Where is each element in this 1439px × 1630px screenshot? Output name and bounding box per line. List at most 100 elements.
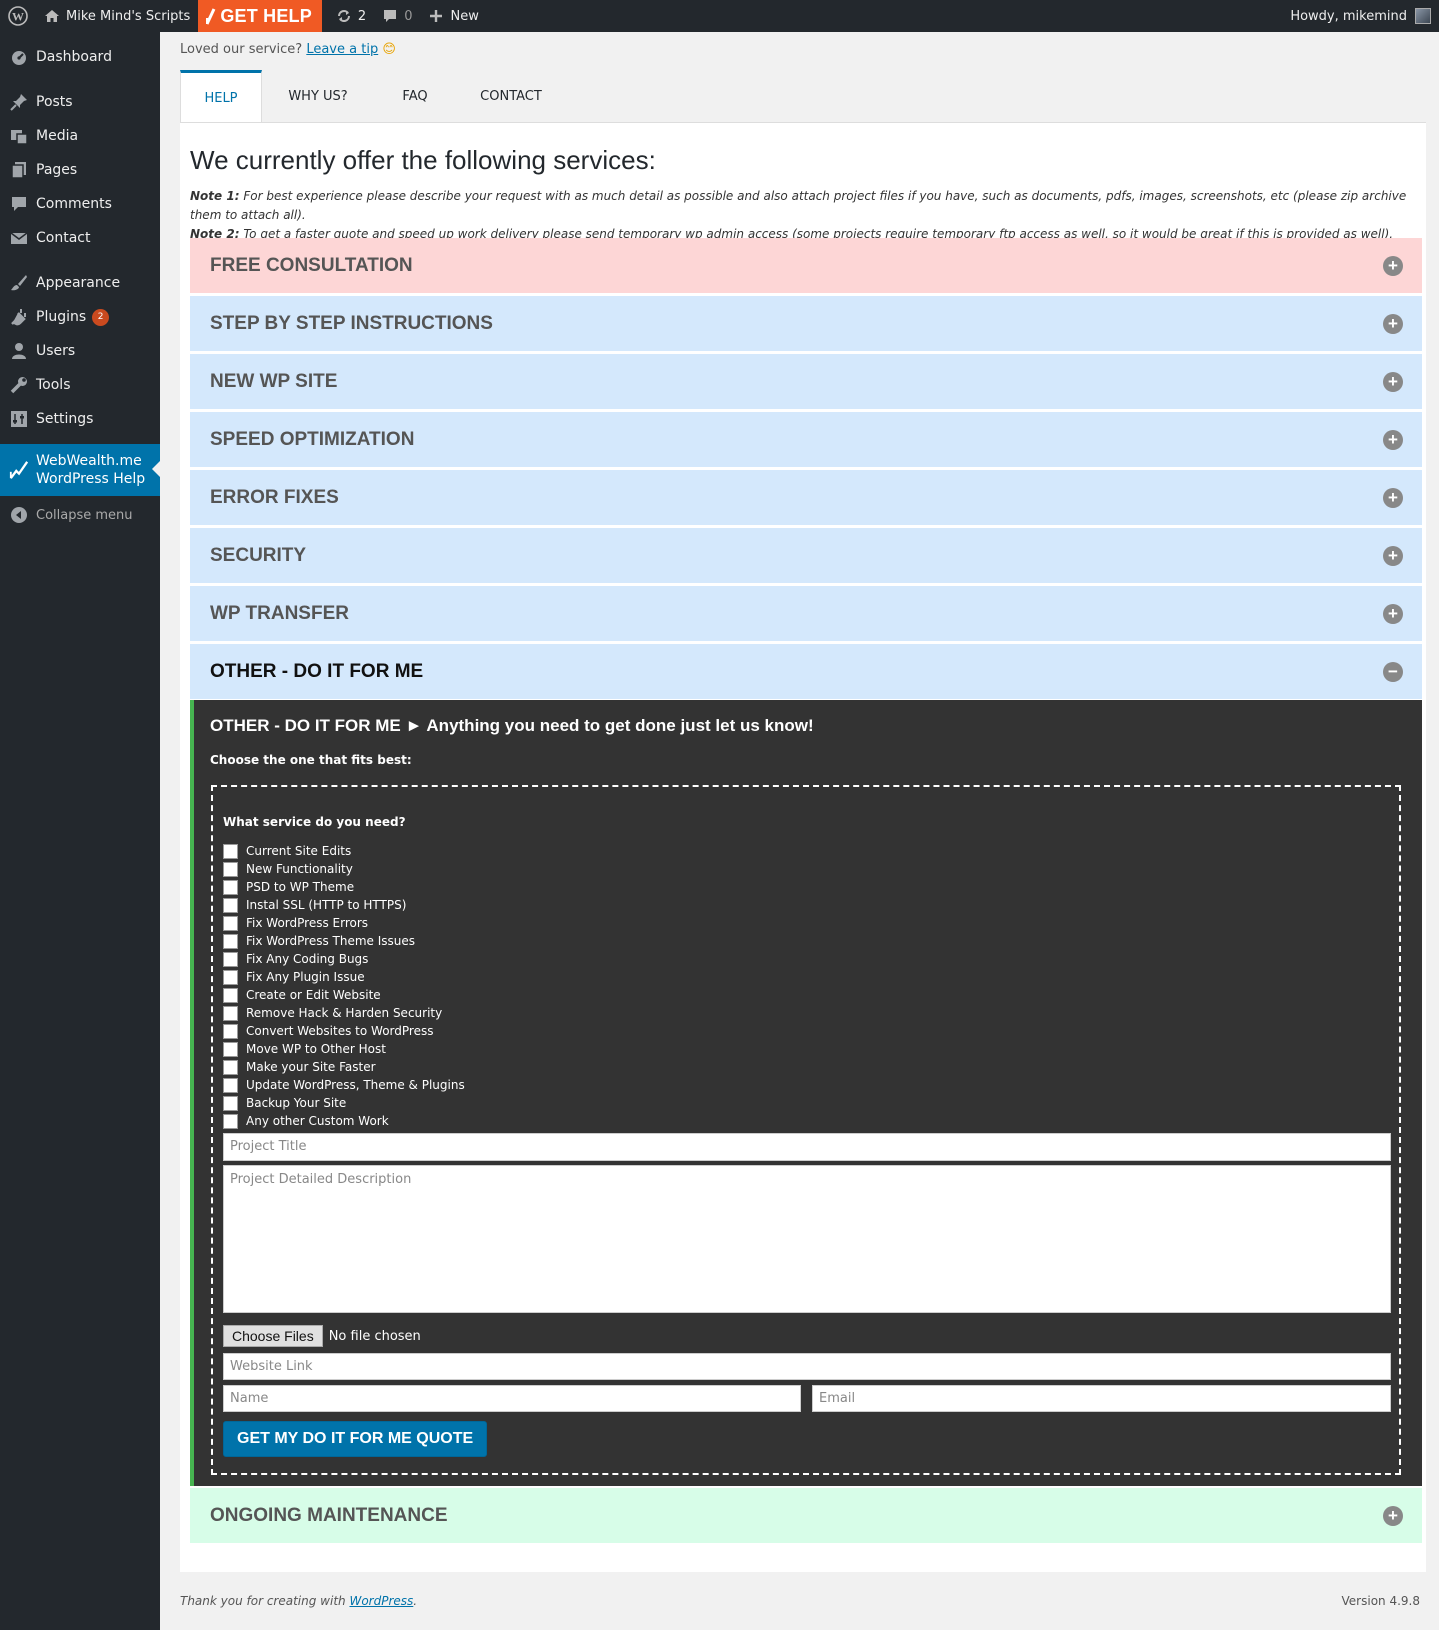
sidebar-item-label: Appearance [36,275,121,291]
sidebar-item-media[interactable]: Media [0,119,160,153]
sidebar-item-comments[interactable]: Comments [0,187,160,221]
collapse-minus-icon[interactable]: − [1383,662,1403,682]
checkbox[interactable] [223,1059,238,1075]
site-name-link[interactable]: Mike Mind's Scripts [36,0,198,32]
admin-sidebar: Dashboard Posts Media Pages Comments Con… [0,32,160,1630]
section-other-do-it-for-me[interactable]: OTHER - DO IT FOR ME − [190,644,1422,699]
my-account-link[interactable]: Howdy, mikemind [1290,8,1439,24]
checkbox[interactable] [223,861,238,877]
file-upload: Choose Files No file chosen [223,1325,421,1347]
service-option[interactable]: Backup Your Site [223,1094,465,1112]
sidebar-item-dashboard[interactable]: Dashboard [0,40,160,74]
sidebar-item-label: Dashboard [36,49,112,65]
new-content-link[interactable]: New [420,0,486,32]
expand-plus-icon[interactable]: + [1383,256,1403,276]
sidebar-item-appearance[interactable]: Appearance [0,266,160,300]
sidebar-item-tools[interactable]: Tools [0,368,160,402]
service-option[interactable]: PSD to WP Theme [223,878,465,896]
checkbox[interactable] [223,879,238,895]
sidebar-item-label: Tools [36,377,71,393]
section-ongoing-maintenance[interactable]: ONGOING MAINTENANCE + [190,1488,1422,1543]
expand-plus-icon[interactable]: + [1383,314,1403,334]
website-link-input[interactable]: Website Link [223,1353,1391,1380]
section-free-consultation[interactable]: FREE CONSULTATION + [190,238,1422,293]
checkbox[interactable] [223,987,238,1003]
collapse-menu-label: Collapse menu [36,507,133,523]
service-option[interactable]: Make your Site Faster [223,1058,465,1076]
webwealth-line1: WebWealth.me [36,453,142,469]
service-option[interactable]: Fix Any Coding Bugs [223,950,465,968]
tab-help[interactable]: HELP [180,70,262,123]
get-help-label: GET HELP [220,5,312,26]
option-label: PSD to WP Theme [246,880,355,894]
expand-plus-icon[interactable]: + [1383,1506,1403,1526]
sidebar-item-posts[interactable]: Posts [0,85,160,119]
tab-why-us[interactable]: WHY US? [262,70,374,122]
sidebar-item-plugins[interactable]: Plugins 2 [0,300,160,334]
checkbox[interactable] [223,969,238,985]
checkbox[interactable] [223,933,238,949]
checkbox[interactable] [223,915,238,931]
expand-plus-icon[interactable]: + [1383,430,1403,450]
sidebar-item-pages[interactable]: Pages [0,153,160,187]
service-option[interactable]: Any other Custom Work [223,1112,465,1130]
sidebar-item-settings[interactable]: Settings [0,402,160,436]
tab-contact[interactable]: CONTACT [456,70,566,122]
do-it-for-me-panel: OTHER - DO IT FOR ME ► Anything you need… [190,700,1422,1486]
expand-plus-icon[interactable]: + [1383,546,1403,566]
checkbox[interactable] [223,951,238,967]
service-option[interactable]: Fix WordPress Theme Issues [223,932,465,950]
updates-link[interactable]: 2 [322,0,374,32]
service-option[interactable]: Convert Websites to WordPress [223,1022,465,1040]
section-speed-optimization[interactable]: SPEED OPTIMIZATION + [190,412,1422,467]
sidebar-item-users[interactable]: Users [0,334,160,368]
section-wp-transfer[interactable]: WP TRANSFER + [190,586,1422,641]
service-option[interactable]: Remove Hack & Harden Security [223,1004,465,1022]
service-option[interactable]: Fix Any Plugin Issue [223,968,465,986]
comments-link[interactable]: 0 [374,0,420,32]
leave-tip-link[interactable]: Leave a tip [306,42,378,57]
checkbox[interactable] [223,1005,238,1021]
sidebar-item-contact[interactable]: Contact [0,221,160,255]
wordpress-logo-icon[interactable]: W [0,0,36,32]
option-label: Make your Site Faster [246,1060,376,1074]
plugin-icon [9,307,29,327]
sidebar-item-label: WebWealth.me WordPress Help [36,452,145,488]
collapse-menu-button[interactable]: Collapse menu [0,498,160,532]
service-option[interactable]: Instal SSL (HTTP to HTTPS) [223,896,465,914]
name-input[interactable]: Name [223,1385,801,1412]
service-option[interactable]: New Functionality [223,860,465,878]
checkbox[interactable] [223,1041,238,1057]
service-option[interactable]: Create or Edit Website [223,986,465,1004]
service-option[interactable]: Update WordPress, Theme & Plugins [223,1076,465,1094]
get-quote-button[interactable]: GET MY DO IT FOR ME QUOTE [223,1421,488,1457]
project-description-textarea[interactable]: Project Detailed Description [223,1165,1391,1313]
wrench-icon [9,375,29,395]
checkbox[interactable] [223,843,238,859]
sidebar-item-webwealth[interactable]: WebWealth.me WordPress Help [0,444,160,496]
project-title-input[interactable]: Project Title [223,1133,1391,1161]
expand-plus-icon[interactable]: + [1383,604,1403,624]
section-new-wp-site[interactable]: NEW WP SITE + [190,354,1422,409]
checkbox[interactable] [223,1095,238,1111]
expand-plus-icon[interactable]: + [1383,488,1403,508]
checkbox[interactable] [223,1113,238,1129]
service-option[interactable]: Fix WordPress Errors [223,914,465,932]
section-security[interactable]: SECURITY + [190,528,1422,583]
expand-plus-icon[interactable]: + [1383,372,1403,392]
choose-files-button[interactable]: Choose Files [223,1325,323,1347]
checkbox[interactable] [223,1023,238,1039]
email-input[interactable]: Email [812,1385,1391,1412]
checkbox[interactable] [223,897,238,913]
settings-icon [9,409,29,429]
service-option[interactable]: Move WP to Other Host [223,1040,465,1058]
wordpress-link[interactable]: WordPress [349,1594,413,1608]
section-step-by-step[interactable]: STEP BY STEP INSTRUCTIONS + [190,296,1422,351]
services-accordion: FREE CONSULTATION + STEP BY STEP INSTRUC… [190,238,1422,1546]
brush-icon [9,273,29,293]
section-error-fixes[interactable]: ERROR FIXES + [190,470,1422,525]
get-help-button[interactable]: GET HELP [198,0,322,32]
tab-faq[interactable]: FAQ [374,70,456,122]
service-option[interactable]: Current Site Edits [223,842,465,860]
checkbox[interactable] [223,1077,238,1093]
